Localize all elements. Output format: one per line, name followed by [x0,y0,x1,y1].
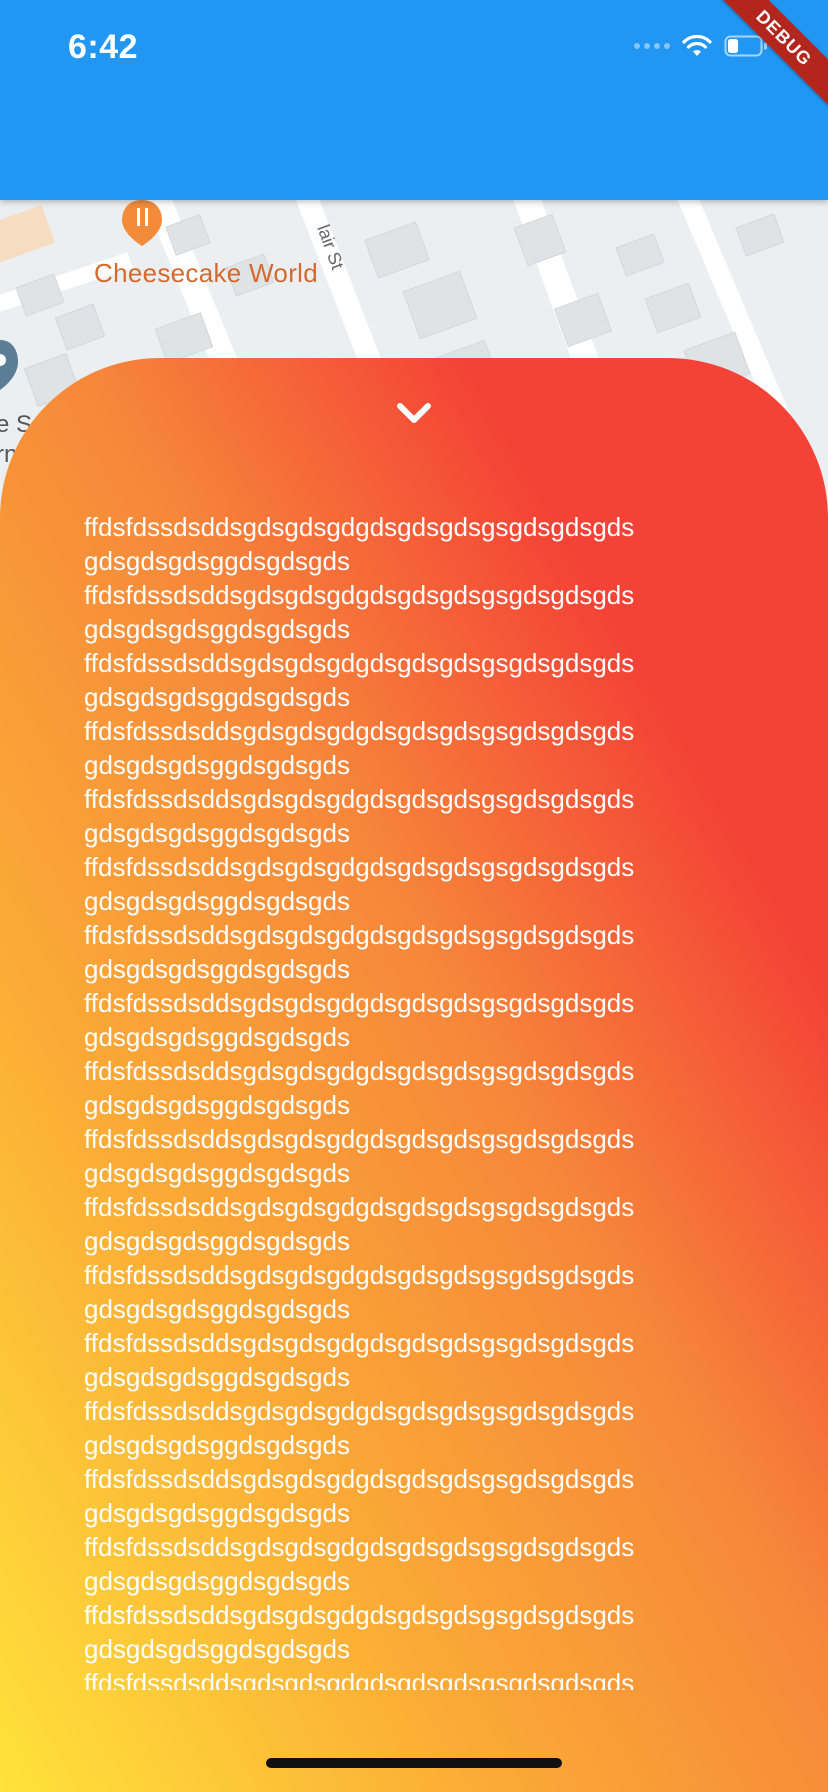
sheet-paragraph: ffdsfdssdsddsgdsgdsgdgdsgdsgdsgsgdsgdsgd… [84,1192,635,1256]
home-indicator[interactable] [266,1758,562,1768]
sheet-paragraph: ffdsfdssdsddsgdsgdsgdgdsgdsgdsgsgdsgdsgd… [84,1464,635,1528]
poi-label-restaurant[interactable]: Cheesecake World [94,258,318,289]
sheet-paragraph: ffdsfdssdsddsgdsgdsgdgdsgdsgdsgsgdsgdsgd… [84,1260,635,1324]
sheet-paragraph: ffdsfdssdsddsgdsgdsgdgdsgdsgdsgsgdsgdsgd… [84,1600,635,1664]
sheet-paragraph: ffdsfdssdsddsgdsgdsgdgdsgdsgdsgsgdsgdsgd… [84,1396,635,1460]
sheet-paragraph: ffdsfdssdsddsgdsgdsgdgdsgdsgdsgsgdsgdsgd… [84,1532,635,1596]
sheet-content[interactable]: ffdsfdssdsddsgdsgdsgdgdsgdsgdsgsgdsgdsgd… [84,510,744,1690]
sheet-paragraph: ffdsfdssdsddsgdsgdsgdgdsgdsgdsgsgdsgdsgd… [84,648,635,712]
sheet-paragraph: ffdsfdssdsddsgdsgdsgdgdsgdsgdsgsgdsgdsgd… [84,988,635,1052]
screen: 6:42 DEBUG Cheesecake World lair St e S … [0,0,828,1792]
chevron-down-icon[interactable] [394,398,434,428]
sheet-paragraph: ffdsfdssdsddsgdsgdsgdgdsgdsgdsgsgdsgdsgd… [84,580,635,644]
status-time: 6:42 [68,28,139,66]
sheet-paragraph: ffdsfdssdsddsgdsgdsgdgdsgdsgdsgsgdsgdsgd… [84,784,635,848]
sheet-paragraph: ffdsfdssdsddsgdsgdsgdgdsgdsgdsgsgdsgdsgd… [84,1328,635,1392]
wifi-icon [682,34,712,58]
sheet-paragraph: ffdsfdssdsddsgdsgdsgdgdsgdsgdsgsgdsgdsgd… [84,1668,635,1690]
app-bar: 6:42 [0,0,828,200]
sheet-paragraph: ffdsfdssdsddsgdsgdsgdgdsgdsgdsgsgdsgdsgd… [84,920,635,984]
sheet-paragraph: ffdsfdssdsddsgdsgdsgdgdsgdsgdsgsgdsgdsgd… [84,1124,635,1188]
sheet-paragraph: ffdsfdssdsddsgdsgdsgdgdsgdsgdsgsgdsgdsgd… [84,716,635,780]
bottom-sheet[interactable]: ffdsfdssdsddsgdsgdsgdgdsgdsgdsgsgdsgdsgd… [0,358,828,1792]
signal-icon [634,43,670,49]
sheet-paragraph: ffdsfdssdsddsgdsgdsgdgdsgdsgdsgsgdsgdsgd… [84,852,635,916]
status-icons [634,34,768,58]
sheet-paragraph: ffdsfdssdsddsgdsgdsgdgdsgdsgdsgsgdsgdsgd… [84,1056,635,1120]
sheet-paragraph: ffdsfdssdsddsgdsgdsgdgdsgdsgdsgsgdsgdsgd… [84,512,635,576]
